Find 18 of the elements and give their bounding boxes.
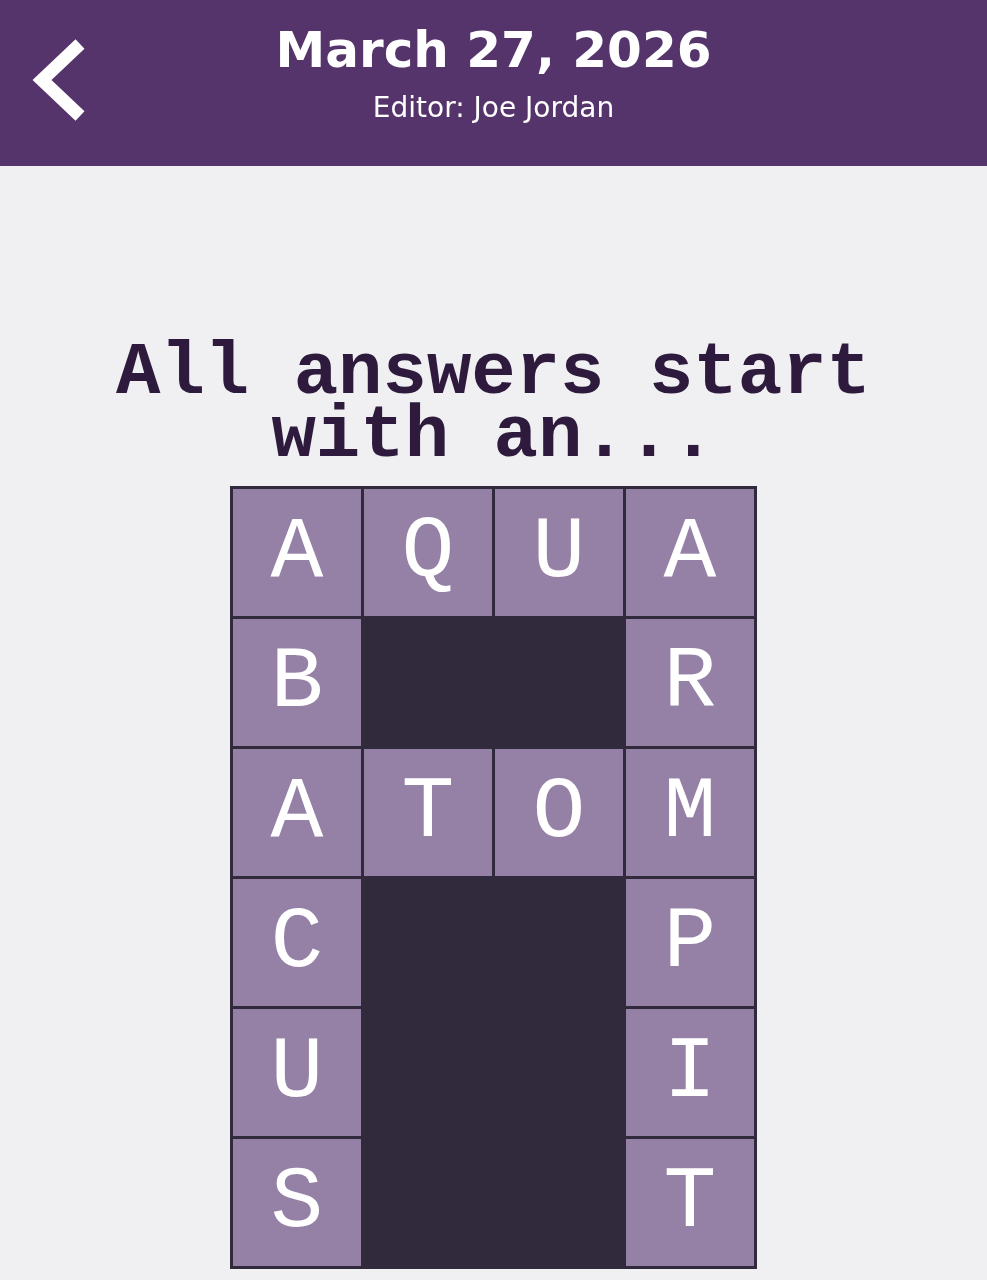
letter-cell[interactable]: M xyxy=(626,749,754,876)
editor-subtitle: Editor: Joe Jordan xyxy=(372,90,615,126)
letter-cell[interactable]: I xyxy=(626,1009,754,1136)
letter-cell[interactable]: A xyxy=(233,489,361,616)
letter-cell[interactable]: S xyxy=(233,1139,361,1266)
letter-cell[interactable]: A xyxy=(233,749,361,876)
letter-cell[interactable]: A xyxy=(626,489,754,616)
letter-cell[interactable]: R xyxy=(626,619,754,746)
letter-cell[interactable]: U xyxy=(495,489,623,616)
letter-cell[interactable]: P xyxy=(626,879,754,1006)
letter-cell[interactable]: Q xyxy=(364,489,492,616)
letter-cell[interactable]: T xyxy=(364,749,492,876)
letter-cell[interactable]: U xyxy=(233,1009,361,1136)
date-title: March 27, 2026 xyxy=(275,20,712,80)
letter-cell[interactable]: C xyxy=(233,879,361,1006)
letter-cell[interactable]: O xyxy=(495,749,623,876)
letter-cell[interactable]: T xyxy=(626,1139,754,1266)
letter-cell[interactable]: B xyxy=(233,619,361,746)
